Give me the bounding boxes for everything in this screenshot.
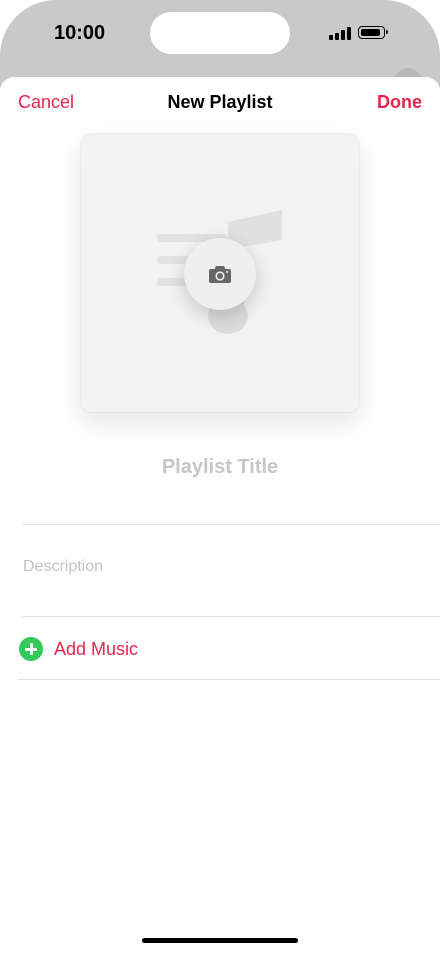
dynamic-island [150,12,290,54]
divider [22,616,440,617]
add-music-button[interactable]: Add Music [19,636,138,662]
battery-icon [358,26,388,39]
add-music-label: Add Music [54,638,139,659]
camera-button[interactable] [184,238,256,310]
signal-icon [329,26,351,40]
camera-icon [209,266,231,283]
cancel-button[interactable]: Cancel [18,92,74,113]
playlist-title-input[interactable]: Playlist Title [0,456,440,479]
status-time: 10:00 [54,22,106,44]
home-indicator[interactable] [142,938,298,943]
divider [22,524,440,525]
done-button[interactable]: Done [377,92,422,113]
divider [18,679,440,680]
playlist-artwork[interactable] [81,134,359,412]
description-input[interactable]: Description [23,558,103,576]
plus-circle-icon [19,637,43,661]
